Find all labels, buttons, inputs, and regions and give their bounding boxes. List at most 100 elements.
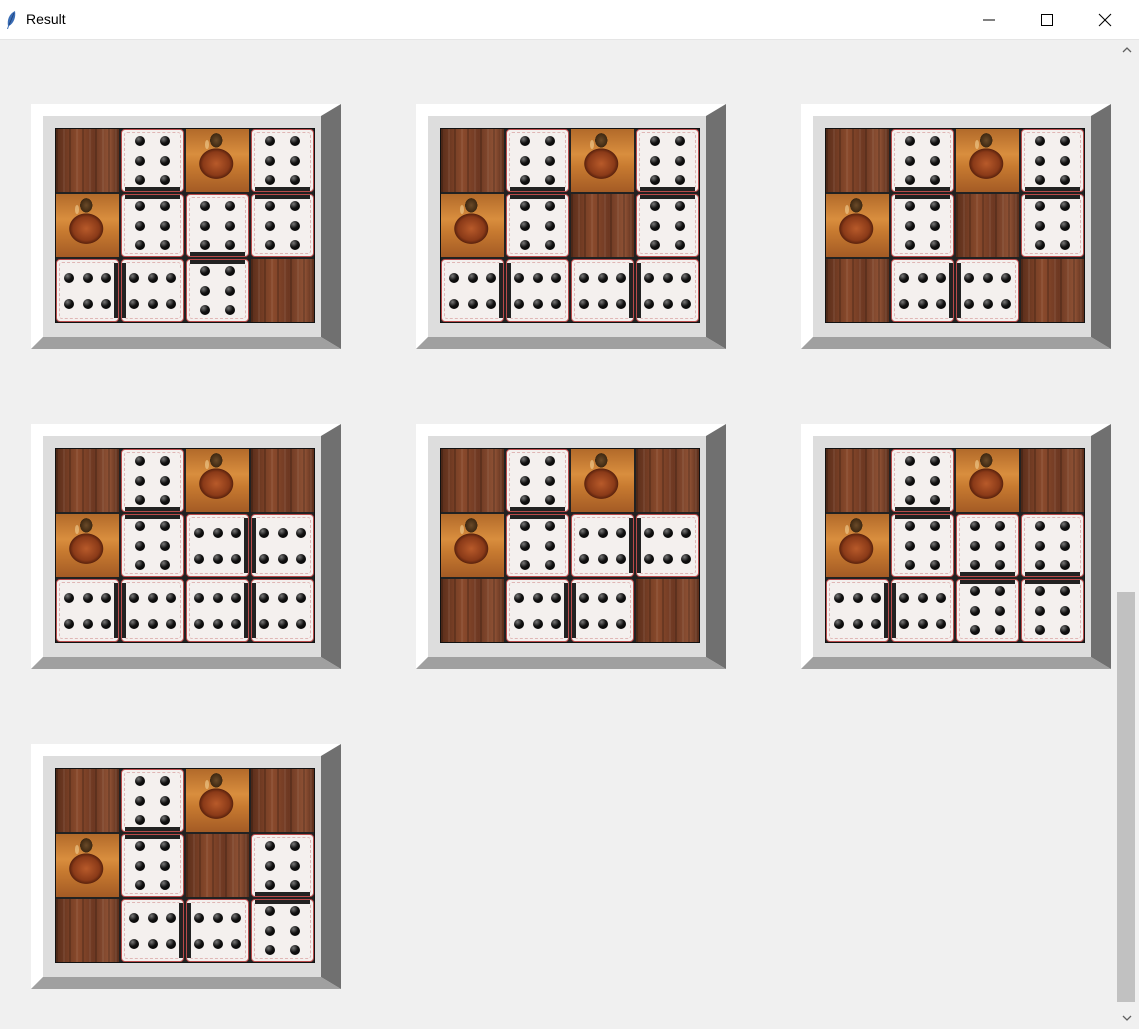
pip-dot <box>295 618 306 629</box>
domino-divider <box>187 903 191 958</box>
pip-dot <box>147 913 158 924</box>
pip-dot <box>520 200 531 211</box>
pip-dot <box>485 273 496 284</box>
pip-dot <box>1035 585 1046 596</box>
pip-dot <box>194 938 205 949</box>
domino-six-tile <box>636 514 699 577</box>
domino-divider <box>499 263 503 318</box>
pip-dot <box>265 220 276 231</box>
pip-dot <box>899 593 910 604</box>
domino-divider <box>949 263 953 318</box>
minimize-button[interactable] <box>960 0 1018 39</box>
puzzle-board <box>801 424 1111 669</box>
pip-dot <box>1000 298 1011 309</box>
pip-dot <box>64 273 75 284</box>
close-button[interactable] <box>1076 0 1134 39</box>
pip-dot <box>259 593 270 604</box>
minimize-icon <box>983 19 995 21</box>
pip-dot <box>230 938 241 949</box>
pip-dot <box>929 220 940 231</box>
domino-six-tile <box>1021 579 1084 642</box>
pip-dot <box>230 618 241 629</box>
domino-divider <box>1025 572 1080 576</box>
vase-tile <box>571 129 634 192</box>
maximize-icon <box>1041 14 1053 26</box>
pip-dot <box>994 625 1005 636</box>
pip-dot <box>135 495 146 506</box>
pip-dot <box>100 273 111 284</box>
pip-dot <box>905 520 916 531</box>
pip-dot <box>224 305 235 316</box>
vase-tile <box>186 769 249 832</box>
pip-dot <box>532 298 543 309</box>
pip-dot <box>1059 135 1070 146</box>
pip-dot <box>289 155 300 166</box>
vertical-scrollbar[interactable] <box>1115 40 1139 1029</box>
pip-dot <box>224 285 235 296</box>
pip-dot <box>135 795 146 806</box>
pip-dot <box>289 860 300 871</box>
pip-dot <box>579 298 590 309</box>
maximize-button[interactable] <box>1018 0 1076 39</box>
domino-six-tile <box>121 579 184 642</box>
pip-dot <box>935 593 946 604</box>
domino-six-tile <box>891 579 954 642</box>
pip-dot <box>289 220 300 231</box>
pip-dot <box>135 880 146 891</box>
six-pips <box>122 260 183 321</box>
pip-dot <box>200 220 211 231</box>
six-pips <box>252 900 313 961</box>
domino-divider <box>895 195 950 199</box>
pip-dot <box>159 815 170 826</box>
pip-dot <box>289 840 300 851</box>
pip-dot <box>650 135 661 146</box>
vase-tile <box>56 514 119 577</box>
domino-divider <box>122 263 126 318</box>
pip-dot <box>159 840 170 851</box>
tile-grid <box>440 448 700 643</box>
title-bar[interactable]: Result <box>0 0 1139 40</box>
domino-six-tile <box>441 259 504 322</box>
pip-dot <box>680 298 691 309</box>
pip-dot <box>1059 560 1070 571</box>
domino-six-tile <box>891 259 954 322</box>
six-pips <box>892 515 953 576</box>
domino-divider <box>252 583 256 638</box>
pip-dot <box>905 475 916 486</box>
pip-dot <box>929 175 940 186</box>
domino-divider <box>125 835 180 839</box>
pip-dot <box>230 913 241 924</box>
pip-dot <box>159 540 170 551</box>
six-pips <box>892 260 953 321</box>
scroll-down-icon[interactable] <box>1121 1012 1133 1024</box>
pip-dot <box>1059 220 1070 231</box>
domino-divider <box>895 515 950 519</box>
pip-dot <box>905 240 916 251</box>
results-canvas <box>0 40 1115 1029</box>
pip-dot <box>935 273 946 284</box>
domino-divider <box>895 507 950 511</box>
vase-tile <box>441 514 504 577</box>
pip-dot <box>200 305 211 316</box>
domino-six-tile <box>56 259 119 322</box>
scroll-thumb[interactable] <box>1117 592 1135 1002</box>
six-pips <box>122 770 183 831</box>
domino-divider <box>255 195 310 199</box>
six-pips <box>572 580 633 641</box>
wood-tile <box>826 449 889 512</box>
six-pips <box>187 580 248 641</box>
pip-dot <box>289 135 300 146</box>
wood-tile <box>441 129 504 192</box>
pip-dot <box>212 553 223 564</box>
six-pips <box>122 835 183 896</box>
scroll-up-icon[interactable] <box>1121 44 1133 56</box>
vase-tile <box>56 834 119 897</box>
pip-dot <box>514 273 525 284</box>
puzzle-board <box>801 104 1111 349</box>
pip-dot <box>64 593 75 604</box>
pip-dot <box>224 200 235 211</box>
vase-tile <box>186 129 249 192</box>
domino-divider <box>960 580 1015 584</box>
puzzle-board <box>31 744 341 989</box>
pip-dot <box>212 593 223 604</box>
